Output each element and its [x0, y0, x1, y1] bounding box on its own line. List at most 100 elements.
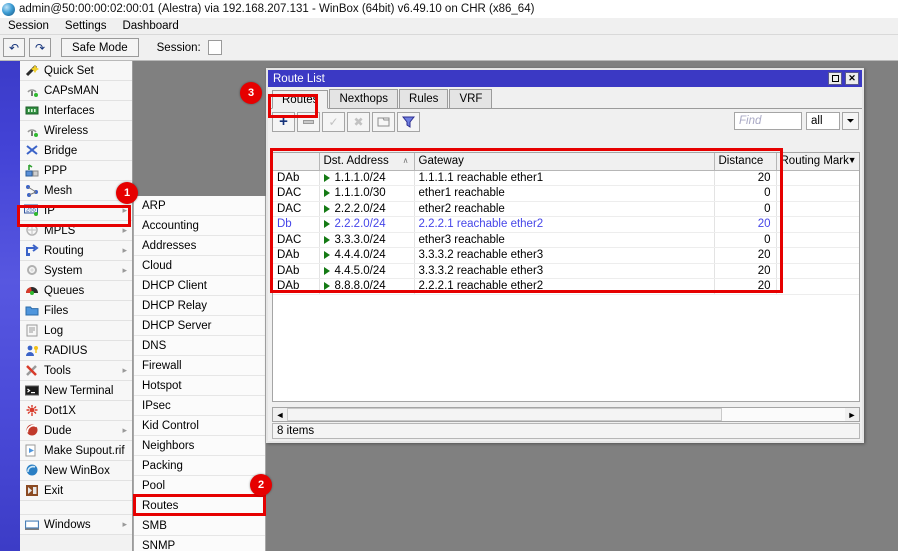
menu-dashboard[interactable]: Dashboard — [114, 19, 186, 33]
sidebar-item-log[interactable]: Log — [20, 321, 132, 341]
ip-submenu-item-dns[interactable]: DNS — [134, 336, 265, 356]
ip-submenu-item-smb[interactable]: SMB — [134, 516, 265, 536]
tab-rules[interactable]: Rules — [399, 89, 448, 108]
ip-submenu-item-neighbors[interactable]: Neighbors — [134, 436, 265, 456]
filter-icon[interactable] — [397, 112, 420, 132]
column-header-gateway[interactable]: Gateway — [414, 153, 714, 170]
column-header-distance[interactable]: Distance — [714, 153, 776, 170]
ip-submenu-item-accounting[interactable]: Accounting — [134, 216, 265, 236]
ip-submenu-item-dhcp-server[interactable]: DHCP Server — [134, 316, 265, 336]
menu-session[interactable]: Session — [0, 19, 57, 33]
table-row[interactable]: Db2.2.2.0/242.2.2.1 reachable ether220 — [273, 217, 859, 233]
sidebar-item-make-supout-rif[interactable]: Make Supout.rif — [20, 441, 132, 461]
column-header-dst-address[interactable]: Dst. Address ∧ — [319, 153, 414, 170]
ip-submenu-item-addresses[interactable]: Addresses — [134, 236, 265, 256]
close-icon[interactable]: ✕ — [845, 72, 859, 85]
ip-submenu-item-packing[interactable]: Packing — [134, 456, 265, 476]
undo-icon[interactable]: ↶ — [3, 38, 25, 57]
cell-flags: DAb — [273, 170, 319, 186]
ip-submenu-item-snmp[interactable]: SNMP — [134, 536, 265, 551]
sidebar-item-capsman[interactable]: CAPsMAN — [20, 81, 132, 101]
arrow-left-icon[interactable]: ◄ — [273, 408, 287, 421]
column-header-routing-mark[interactable]: Routing Mark ▼ — [776, 153, 859, 170]
route-active-arrow-icon — [324, 220, 330, 228]
table-row[interactable]: DAb4.4.4.0/243.3.3.2 reachable ether320 — [273, 248, 859, 264]
cell-routing-mark — [776, 248, 859, 264]
sidebar-item-ppp[interactable]: PPP — [20, 161, 132, 181]
sidebar-item-mpls[interactable]: MPLS▸ — [20, 221, 132, 241]
tab-routes[interactable]: Routes — [272, 90, 328, 109]
safe-mode-button[interactable]: Safe Mode — [61, 38, 139, 57]
ip-submenu-item-cloud[interactable]: Cloud — [134, 256, 265, 276]
minus-icon[interactable] — [297, 112, 320, 132]
table-row[interactable]: DAC3.3.3.0/24ether3 reachable0 — [273, 232, 859, 248]
sidebar-item-ip[interactable]: 255IP▸ — [20, 201, 132, 221]
sidebar-item-system[interactable]: System▸ — [20, 261, 132, 281]
session-input[interactable] — [208, 40, 222, 55]
horizontal-scrollbar[interactable]: ◄ ► — [272, 407, 860, 422]
ip-submenu-item-arp[interactable]: ARP — [134, 196, 265, 216]
ip-submenu-item-hotspot[interactable]: Hotspot — [134, 376, 265, 396]
sidebar-item-tools[interactable]: Tools▸ — [20, 361, 132, 381]
sidebar-item-queues[interactable]: Queues — [20, 281, 132, 301]
column-chooser-icon[interactable]: ▼ — [848, 155, 857, 165]
column-header-flags[interactable] — [273, 153, 319, 170]
ip-submenu-item-dhcp-relay[interactable]: DHCP Relay — [134, 296, 265, 316]
sidebar-item-interfaces[interactable]: Interfaces — [20, 101, 132, 121]
winbox-application: admin@50:00:00:02:00:01 (Alestra) via 19… — [0, 0, 898, 551]
annotation-badge-2: 2 — [250, 474, 272, 496]
find-input[interactable]: Find — [734, 112, 802, 130]
bridge-icon — [24, 144, 39, 158]
table-row[interactable]: DAC2.2.2.0/24ether2 reachable0 — [273, 201, 859, 217]
mpls-icon — [24, 224, 39, 238]
sidebar-item-exit[interactable]: Exit — [20, 481, 132, 501]
tab-nexthops[interactable]: Nexthops — [329, 89, 398, 108]
sidebar-item-bridge[interactable]: Bridge — [20, 141, 132, 161]
ip-submenu-item-kid-control[interactable]: Kid Control — [134, 416, 265, 436]
sidebar-item-radius[interactable]: RADIUS — [20, 341, 132, 361]
redo-icon[interactable]: ↷ — [29, 38, 51, 57]
route-active-arrow-icon — [324, 174, 330, 182]
ip-submenu-item-routes[interactable]: Routes — [134, 496, 265, 516]
sidebar-item-dude[interactable]: Dude▸ — [20, 421, 132, 441]
cell-dst-address: 4.4.5.0/24 — [319, 263, 414, 279]
ip-submenu-item-dhcp-client[interactable]: DHCP Client — [134, 276, 265, 296]
check-icon[interactable]: ✓ — [322, 112, 345, 132]
scrollbar-track[interactable] — [287, 408, 845, 421]
route-active-arrow-icon — [324, 282, 330, 290]
menu-settings[interactable]: Settings — [57, 19, 115, 33]
table-row[interactable]: DAC1.1.1.0/30ether1 reachable0 — [273, 186, 859, 202]
sidebar-item-routing[interactable]: Routing▸ — [20, 241, 132, 261]
cross-icon[interactable]: ✖ — [347, 112, 370, 132]
sidebar-item-new-terminal[interactable]: New Terminal — [20, 381, 132, 401]
chevron-down-icon[interactable]: ⏷ — [842, 112, 859, 130]
ip-submenu-item-ipsec[interactable]: IPsec — [134, 396, 265, 416]
arrow-right-icon[interactable]: ► — [845, 408, 859, 421]
table-row[interactable]: DAb1.1.1.0/241.1.1.1 reachable ether120 — [273, 170, 859, 186]
table-row[interactable]: DAb4.4.5.0/243.3.3.2 reachable ether320 — [273, 263, 859, 279]
table-row[interactable]: DAb8.8.8.0/242.2.2.1 reachable ether220 — [273, 279, 859, 295]
ip-submenu-item-pool[interactable]: Pool — [134, 476, 265, 496]
sidebar-item-windows[interactable]: Windows▸ — [20, 515, 132, 535]
cell-dst-address-text: 3.3.3.0/24 — [335, 234, 386, 246]
sidebar-item-label: CAPsMAN — [44, 85, 99, 97]
scrollbar-thumb[interactable] — [287, 408, 722, 421]
routes-table-container[interactable]: Dst. Address ∧ Gateway Distance Routing … — [272, 152, 860, 402]
sidebar-item-quick-set[interactable]: Quick Set — [20, 61, 132, 81]
plus-icon[interactable]: + — [272, 112, 295, 132]
sidebar-item-wireless[interactable]: Wireless — [20, 121, 132, 141]
sidebar-item-label: IP — [44, 205, 55, 217]
scope-select[interactable]: all — [806, 112, 840, 130]
sidebar-item-files[interactable]: Files — [20, 301, 132, 321]
nic-icon — [24, 104, 39, 118]
route-list-toolbar: + ✓ ✖ Find all ⏷ — [268, 109, 862, 134]
sidebar-item-dot1x[interactable]: Dot1X — [20, 401, 132, 421]
sidebar-item-new-winbox[interactable]: New WinBox — [20, 461, 132, 481]
sidebar-gradient-strip — [0, 61, 20, 551]
route-list-titlebar[interactable]: Route List ✕ — [268, 70, 862, 87]
comment-icon[interactable] — [372, 112, 395, 132]
maximize-icon[interactable] — [828, 72, 842, 85]
ip-submenu-item-firewall[interactable]: Firewall — [134, 356, 265, 376]
tab-vrf[interactable]: VRF — [449, 89, 492, 108]
route-active-arrow-icon — [324, 189, 330, 197]
